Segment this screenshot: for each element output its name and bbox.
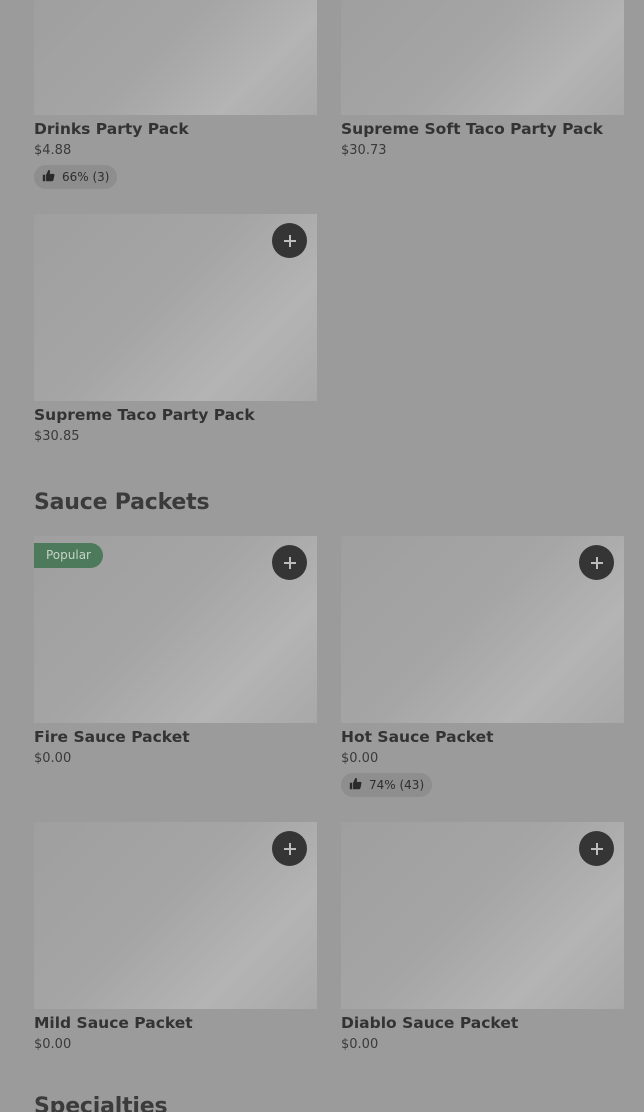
item-price: $0.00 (341, 1037, 379, 1052)
section-title-sauce-packets: Sauce Packets (34, 490, 210, 515)
add-to-cart-button[interactable] (272, 223, 307, 258)
item-image[interactable] (34, 0, 317, 115)
item-card-hot-sauce-packet[interactable]: Hot Sauce Packet $0.00 74% (43) (341, 536, 624, 797)
item-name: Fire Sauce Packet (34, 728, 190, 746)
item-card-supreme-taco-party-pack[interactable]: Supreme Taco Party Pack $30.85 (34, 214, 317, 444)
item-card-fire-sauce-packet[interactable]: Popular Fire Sauce Packet $0.00 (34, 536, 317, 766)
plus-icon (283, 842, 296, 855)
add-to-cart-button[interactable] (272, 545, 307, 580)
item-price: $30.85 (34, 429, 80, 444)
item-name: Supreme Taco Party Pack (34, 406, 255, 424)
add-to-cart-button[interactable] (272, 831, 307, 866)
popular-badge: Popular (34, 543, 103, 568)
menu-page: Drinks Party Pack $4.88 66% (3) Supreme … (0, 0, 644, 1112)
item-image[interactable]: Popular (34, 536, 317, 723)
rating-badge: 66% (3) (34, 165, 118, 189)
add-to-cart-button[interactable] (579, 831, 614, 866)
item-image[interactable] (341, 0, 624, 115)
item-card-diablo-sauce-packet[interactable]: Diablo Sauce Packet $0.00 (341, 822, 624, 1052)
item-price: $0.00 (34, 1037, 72, 1052)
item-image[interactable] (341, 536, 624, 723)
item-price: $30.73 (341, 143, 387, 158)
thumbs-up-icon (42, 169, 62, 185)
plus-icon (590, 556, 603, 569)
plus-icon (283, 234, 296, 247)
item-card-mild-sauce-packet[interactable]: Mild Sauce Packet $0.00 (34, 822, 317, 1052)
section-title-specialties: Specialties (34, 1094, 168, 1112)
item-image[interactable] (341, 822, 624, 1009)
item-image[interactable] (34, 214, 317, 401)
plus-icon (590, 842, 603, 855)
item-price: $0.00 (341, 751, 379, 766)
item-card-supreme-soft-taco-party-pack[interactable]: Supreme Soft Taco Party Pack $30.73 (341, 0, 624, 158)
item-name: Mild Sauce Packet (34, 1014, 193, 1032)
add-to-cart-button[interactable] (579, 545, 614, 580)
rating-badge: 74% (43) (341, 773, 433, 797)
item-card-drinks-party-pack[interactable]: Drinks Party Pack $4.88 66% (3) (34, 0, 317, 189)
plus-icon (283, 556, 296, 569)
item-name: Supreme Soft Taco Party Pack (341, 120, 603, 138)
rating-text: 74% (43) (369, 778, 425, 792)
thumbs-up-icon (349, 777, 369, 793)
item-image[interactable] (34, 822, 317, 1009)
item-name: Hot Sauce Packet (341, 728, 494, 746)
item-name: Drinks Party Pack (34, 120, 189, 138)
rating-text: 66% (3) (62, 170, 110, 184)
item-name: Diablo Sauce Packet (341, 1014, 519, 1032)
item-price: $0.00 (34, 751, 72, 766)
item-price: $4.88 (34, 143, 72, 158)
